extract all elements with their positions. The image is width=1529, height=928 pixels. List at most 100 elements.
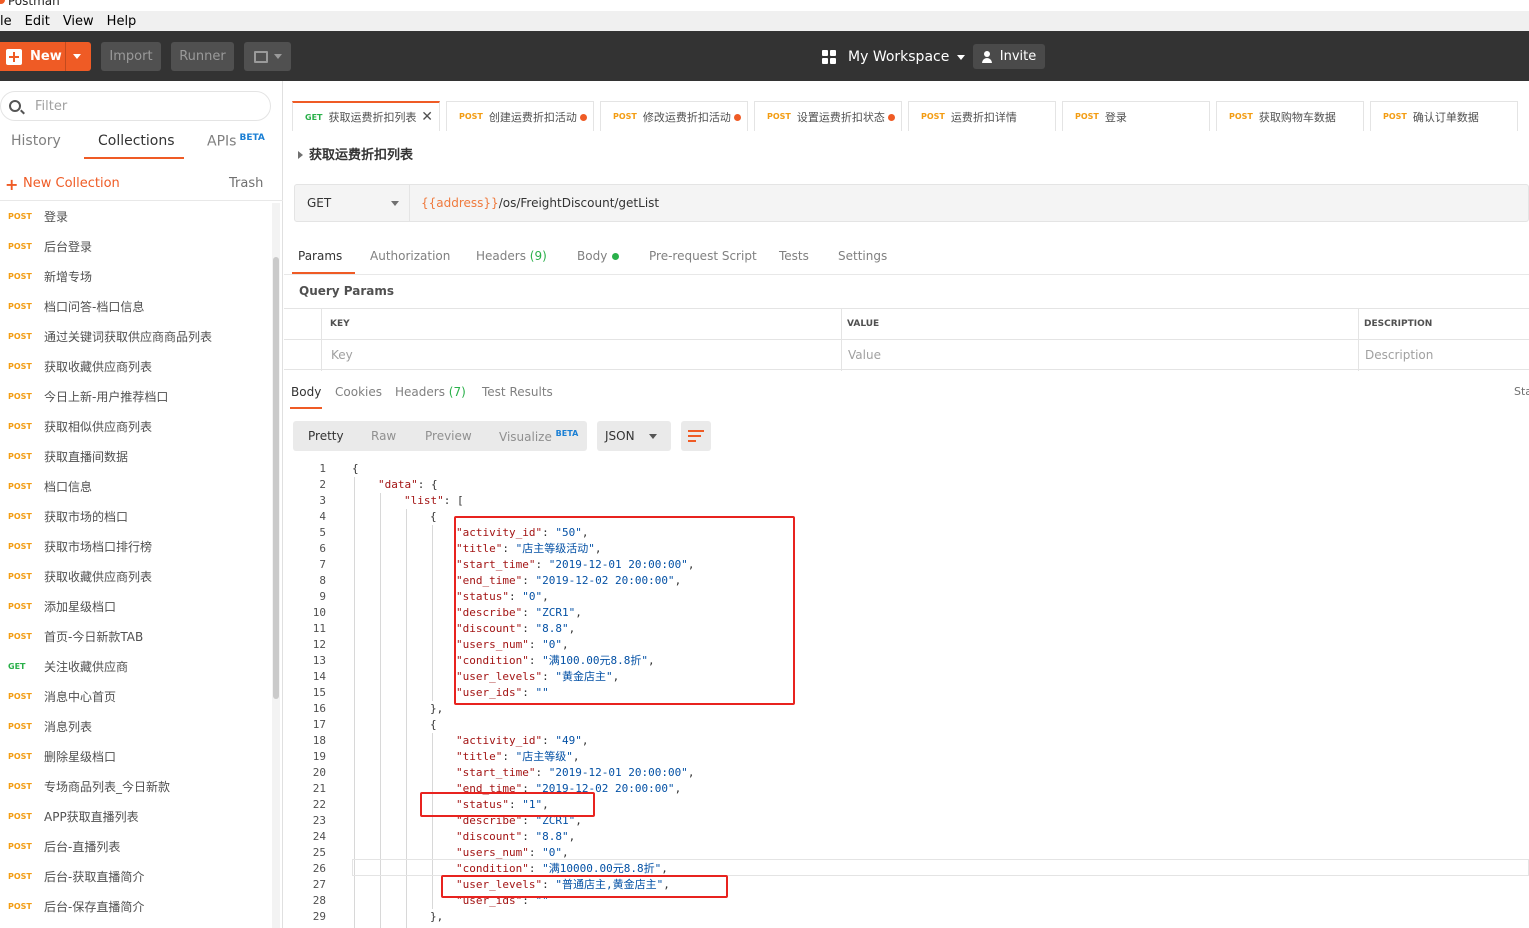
method-select[interactable]: GET (295, 185, 410, 221)
request-tab[interactable]: POST 登录 (1062, 101, 1210, 131)
tab-response-body[interactable]: Body (291, 385, 321, 399)
request-method-badge: POST (8, 481, 32, 491)
invite-button[interactable]: Invite (973, 44, 1045, 69)
request-tab[interactable]: POST 修改运费折扣活动 (600, 101, 748, 131)
tab-history[interactable]: History (11, 133, 61, 149)
tab-pre-request-script[interactable]: Pre-request Script (649, 249, 757, 263)
request-tabs: GET 获取运费折扣列表 ✕ POST 创建运费折扣活动 POST 修改运费折扣活动 POST… (292, 101, 1524, 131)
view-raw[interactable]: Raw (371, 429, 396, 443)
tab-test-results[interactable]: Test Results (482, 385, 553, 399)
tab-apis[interactable]: APIs BETA (207, 133, 265, 150)
new-collection-button[interactable]: New Collection (23, 176, 120, 191)
new-dropdown-chevron-icon[interactable] (73, 54, 81, 59)
filter-input[interactable]: Filter (0, 91, 271, 121)
highlight-box-first-item (454, 516, 795, 705)
collection-request-item[interactable]: POST 专场商品列表_今日新款 (0, 771, 270, 801)
line-number: 16 (312, 702, 326, 715)
format-select[interactable]: JSON (597, 421, 671, 451)
close-icon[interactable]: ✕ (421, 109, 433, 125)
menu-edit[interactable]: Edit (25, 14, 50, 29)
request-name: 关注收藏供应商 (44, 659, 129, 674)
import-button[interactable]: Import (101, 42, 161, 71)
tab-settings[interactable]: Settings (838, 249, 887, 263)
sidebar-scrollbar-thumb[interactable] (273, 257, 279, 699)
collection-request-item[interactable]: POST 获取相似供应商列表 (0, 411, 270, 441)
collection-request-item[interactable]: POST APP获取直播列表 (0, 801, 270, 831)
request-tab[interactable]: POST 创建运费折扣活动 (446, 101, 594, 131)
collection-request-item[interactable]: POST 新增专场 (0, 261, 270, 291)
code-line: 25 "users_num": "0", (284, 845, 1529, 861)
view-visualize[interactable]: Visualize BETA (499, 429, 578, 444)
request-method-badge: POST (8, 361, 32, 371)
collection-request-item[interactable]: POST 后台-直播列表 (0, 831, 270, 861)
code-text: "start_time": "2019-12-01 20:00:00", (456, 766, 695, 779)
tab-headers[interactable]: Headers (9) (476, 249, 547, 263)
collection-request-item[interactable]: POST 消息列表 (0, 711, 270, 741)
tab-tests[interactable]: Tests (779, 249, 809, 263)
request-tab[interactable]: POST 获取购物车数据 (1216, 101, 1364, 131)
collection-request-item[interactable]: POST 获取收藏供应商列表 (0, 561, 270, 591)
tab-authorization[interactable]: Authorization (370, 249, 450, 263)
menu-view[interactable]: View (63, 14, 94, 29)
collection-request-item[interactable]: POST 后台-获取直播简介 (0, 861, 270, 891)
request-method-badge: POST (8, 211, 32, 221)
request-tab-method: POST (921, 112, 945, 121)
tab-cookies[interactable]: Cookies (335, 385, 382, 399)
description-input[interactable]: Description (1365, 348, 1433, 362)
collection-request-item[interactable]: POST 登录 (0, 201, 270, 231)
plus-icon[interactable]: + (5, 175, 18, 194)
new-button[interactable]: New (0, 42, 91, 71)
unsaved-dot-icon (734, 114, 741, 121)
request-method-badge: POST (8, 601, 32, 611)
runner-button[interactable]: Runner (171, 42, 234, 71)
new-window-button[interactable] (244, 42, 291, 71)
collection-request-item[interactable]: POST 获取收藏供应商列表 (0, 351, 270, 381)
json-punctuation: : [ (443, 494, 464, 507)
new-collection-row: + New Collection Trash (0, 167, 283, 201)
tab-body-label: Body (577, 249, 608, 263)
tab-body[interactable]: Body (577, 249, 620, 263)
request-tab[interactable]: POST 运费折扣详情 (908, 101, 1056, 131)
json-key: "activity_id" (456, 734, 543, 747)
collection-request-item[interactable]: POST 通过关键词获取供应商商品列表 (0, 321, 270, 351)
collection-request-item[interactable]: POST 档口问答-档口信息 (0, 291, 270, 321)
table-divider (321, 309, 322, 371)
headers-count: (9) (529, 249, 547, 263)
view-pretty[interactable]: Pretty (308, 429, 344, 443)
workspace-label: My Workspace (848, 49, 950, 65)
value-input[interactable]: Value (848, 348, 881, 362)
wrap-lines-button[interactable] (681, 421, 711, 451)
collection-request-item[interactable]: POST 获取市场档口排行榜 (0, 531, 270, 561)
json-value: "满10000.00元8.8折" (542, 862, 662, 875)
collection-request-item[interactable]: POST 首页-今日新款TAB (0, 621, 270, 651)
request-title[interactable]: 获取运费折扣列表 (298, 144, 413, 163)
url-bar: GET {{address}}/os/FreightDiscount/getLi… (294, 184, 1529, 222)
tab-collections[interactable]: Collections (98, 133, 175, 149)
collection-request-item[interactable]: POST 今日上新-用户推荐档口 (0, 381, 270, 411)
collection-request-item[interactable]: GET 关注收藏供应商 (0, 651, 270, 681)
request-tab[interactable]: POST 确认订单数据 (1370, 101, 1518, 131)
request-title-text: 获取运费折扣列表 (309, 148, 414, 163)
request-param-tabs: Params Authorization Headers (9) Body Pr… (284, 241, 1529, 275)
url-input[interactable]: {{address}}/os/FreightDiscount/getList (421, 196, 659, 210)
collection-request-item[interactable]: POST 后台-保存直播简介 (0, 891, 270, 921)
collection-request-item[interactable]: POST 删除星级档口 (0, 741, 270, 771)
request-tab[interactable]: GET 获取运费折扣列表 ✕ (292, 101, 440, 131)
key-input[interactable]: Key (331, 348, 353, 362)
json-punctuation: , (687, 766, 695, 779)
menu-help[interactable]: Help (107, 14, 137, 29)
collection-request-item[interactable]: POST 获取市场的档口 (0, 501, 270, 531)
request-tab[interactable]: POST 设置运费折扣状态 (754, 101, 902, 131)
workspace-switcher[interactable]: My Workspace (822, 47, 966, 67)
tab-params[interactable]: Params (298, 249, 342, 263)
tab-response-headers[interactable]: Headers (7) (395, 385, 466, 399)
collection-request-item[interactable]: POST 消息中心首页 (0, 681, 270, 711)
collection-request-item[interactable]: POST 档口信息 (0, 471, 270, 501)
collection-request-item[interactable]: POST 获取直播间数据 (0, 441, 270, 471)
trash-button[interactable]: Trash (229, 176, 263, 191)
collection-request-item[interactable]: POST 后台登录 (0, 231, 270, 261)
collection-request-item[interactable]: POST 添加星级档口 (0, 591, 270, 621)
request-name: APP获取直播列表 (44, 809, 139, 824)
menu-file[interactable]: le (0, 14, 12, 29)
view-preview[interactable]: Preview (425, 429, 472, 443)
